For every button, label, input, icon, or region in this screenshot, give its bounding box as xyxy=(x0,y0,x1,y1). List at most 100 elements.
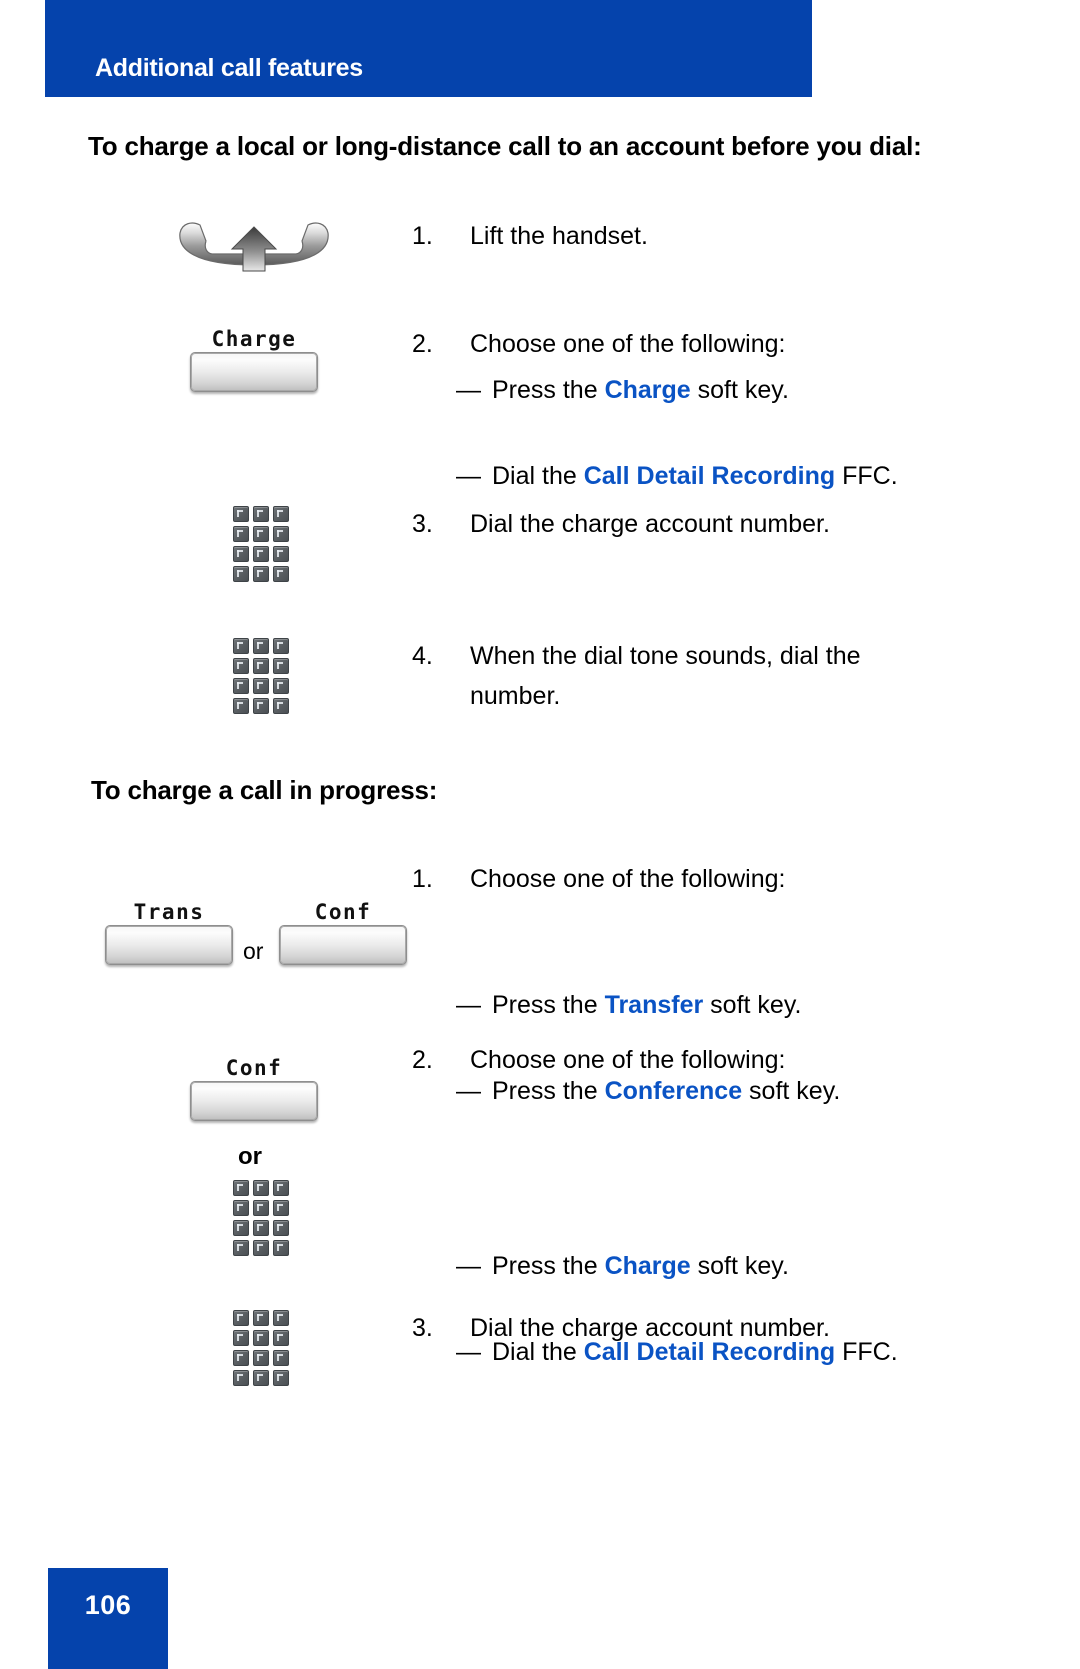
step-text: Dial the charge account number. xyxy=(470,510,830,538)
step-2-bullet-2: — Dial the Call Detail Recording FFC. xyxy=(412,456,1080,496)
page-number: 106 xyxy=(84,1590,132,1620)
step-4-section-1: 4. When the dial tone sounds, dial the n… xyxy=(412,636,882,716)
dialpad-key xyxy=(253,526,269,542)
dialpad-key xyxy=(233,638,249,654)
bullet-text-post: soft key. xyxy=(690,1252,789,1280)
bullet-emphasis: Charge xyxy=(604,376,691,404)
handset-icon xyxy=(179,222,329,272)
step-text: When the dial tone sounds, dial the numb… xyxy=(470,642,861,710)
dialpad-key xyxy=(233,546,249,562)
step-text: Choose one of the following: xyxy=(470,865,786,893)
dialpad-key xyxy=(273,1200,289,1216)
dialpad-key xyxy=(233,1350,249,1366)
page-header-banner: Additional call features xyxy=(45,0,812,97)
dialpad-key xyxy=(253,1330,269,1346)
dialpad-key xyxy=(273,1330,289,1346)
dialpad-key xyxy=(233,1200,249,1216)
softkey-conference-label: Conf xyxy=(314,900,372,924)
softkey-conference-2-button[interactable] xyxy=(190,1081,318,1121)
dialpad-key xyxy=(273,546,289,562)
dialpad-key xyxy=(273,638,289,654)
softkey-transfer[interactable]: Trans xyxy=(105,899,233,965)
dialpad-icon xyxy=(233,1180,289,1256)
em-dash: — xyxy=(456,1252,481,1280)
step-text: Choose one of the following: xyxy=(470,330,786,358)
bullet-emphasis: Transfer xyxy=(604,991,704,1019)
bullet-text-post: soft key. xyxy=(703,991,802,1019)
step-2-bullet-1: — Press the Charge soft key. xyxy=(412,370,1080,410)
dialpad-key xyxy=(233,678,249,694)
dialpad-key xyxy=(233,1330,249,1346)
dialpad-key xyxy=(273,1180,289,1196)
softkey-conference-2[interactable]: Conf xyxy=(190,1055,318,1121)
dialpad-key xyxy=(253,566,269,582)
dialpad-key xyxy=(273,526,289,542)
dialpad-key xyxy=(233,1370,249,1386)
dialpad-key xyxy=(253,638,269,654)
softkey-charge-label: Charge xyxy=(211,327,297,351)
em-dash: — xyxy=(456,376,481,404)
bullet-text-pre: Press the xyxy=(492,1077,605,1105)
softkey-charge[interactable]: Charge xyxy=(190,326,318,392)
bullet-emphasis: Conference xyxy=(604,1077,743,1105)
dialpad-key xyxy=(233,506,249,522)
dialpad-key xyxy=(253,678,269,694)
dialpad-key xyxy=(273,698,289,714)
dialpad-key xyxy=(253,1310,269,1326)
softkey-conference-button[interactable] xyxy=(279,925,407,965)
bullet-text-pre: Press the xyxy=(492,376,605,404)
page-number-box: 106 xyxy=(48,1568,168,1669)
dialpad-key xyxy=(253,1220,269,1236)
dialpad-key xyxy=(273,1370,289,1386)
bullet-emphasis: Charge xyxy=(604,1252,691,1280)
dialpad-key xyxy=(253,1240,269,1256)
em-dash: — xyxy=(456,991,481,1019)
dialpad-key xyxy=(233,1240,249,1256)
dialpad-key xyxy=(253,698,269,714)
step-2-bullet-1: — Press the Charge soft key. xyxy=(412,1246,1080,1286)
dialpad-key xyxy=(233,1180,249,1196)
bullet-text-post: FFC. xyxy=(835,1338,898,1366)
bullet-emphasis: Call Detail Recording xyxy=(583,462,836,490)
step-1-bullet-1: — Press the Transfer soft key. xyxy=(412,985,1080,1025)
dialpad-key xyxy=(253,1370,269,1386)
step-number: 2. xyxy=(412,330,433,358)
softkey-transfer-label: Trans xyxy=(133,900,205,924)
step-text: Choose one of the following: xyxy=(470,1046,786,1074)
dialpad-icon xyxy=(233,1310,289,1386)
dialpad-key xyxy=(253,546,269,562)
dialpad-key xyxy=(273,1220,289,1236)
softkey-separator-or-bold: or xyxy=(238,1143,262,1170)
step-text: Lift the handset. xyxy=(470,222,648,250)
step-number: 3. xyxy=(412,510,433,538)
dialpad-key xyxy=(273,1240,289,1256)
dialpad-key xyxy=(273,1310,289,1326)
bullet-text-pre: Press the xyxy=(492,991,605,1019)
dialpad-key xyxy=(233,1310,249,1326)
dialpad-key xyxy=(233,566,249,582)
softkey-conference[interactable]: Conf xyxy=(279,899,407,965)
bullet-text-post: soft key. xyxy=(742,1077,841,1105)
softkey-separator-or: or xyxy=(243,938,264,964)
dialpad-key xyxy=(253,506,269,522)
dialpad-key xyxy=(273,678,289,694)
dialpad-key xyxy=(233,1220,249,1236)
step-number: 4. xyxy=(412,642,433,670)
bullet-text-post: soft key. xyxy=(690,376,789,404)
softkey-transfer-button[interactable] xyxy=(105,925,233,965)
dialpad-key xyxy=(253,1180,269,1196)
section-heading-before-dial: To charge a local or long-distance call … xyxy=(88,131,922,161)
softkey-conference-2-label: Conf xyxy=(225,1056,283,1080)
bullet-text-pre: Press the xyxy=(492,1252,605,1280)
dialpad-key xyxy=(233,658,249,674)
step-number: 2. xyxy=(412,1046,433,1074)
step-number: 1. xyxy=(412,865,433,893)
bullet-text-post: FFC. xyxy=(835,462,898,490)
dialpad-key xyxy=(273,506,289,522)
dialpad-key xyxy=(273,1350,289,1366)
dialpad-key xyxy=(253,1200,269,1216)
section-heading-in-progress: To charge a call in progress: xyxy=(91,775,438,805)
dialpad-key xyxy=(233,698,249,714)
em-dash: — xyxy=(456,462,481,490)
softkey-charge-button[interactable] xyxy=(190,352,318,392)
